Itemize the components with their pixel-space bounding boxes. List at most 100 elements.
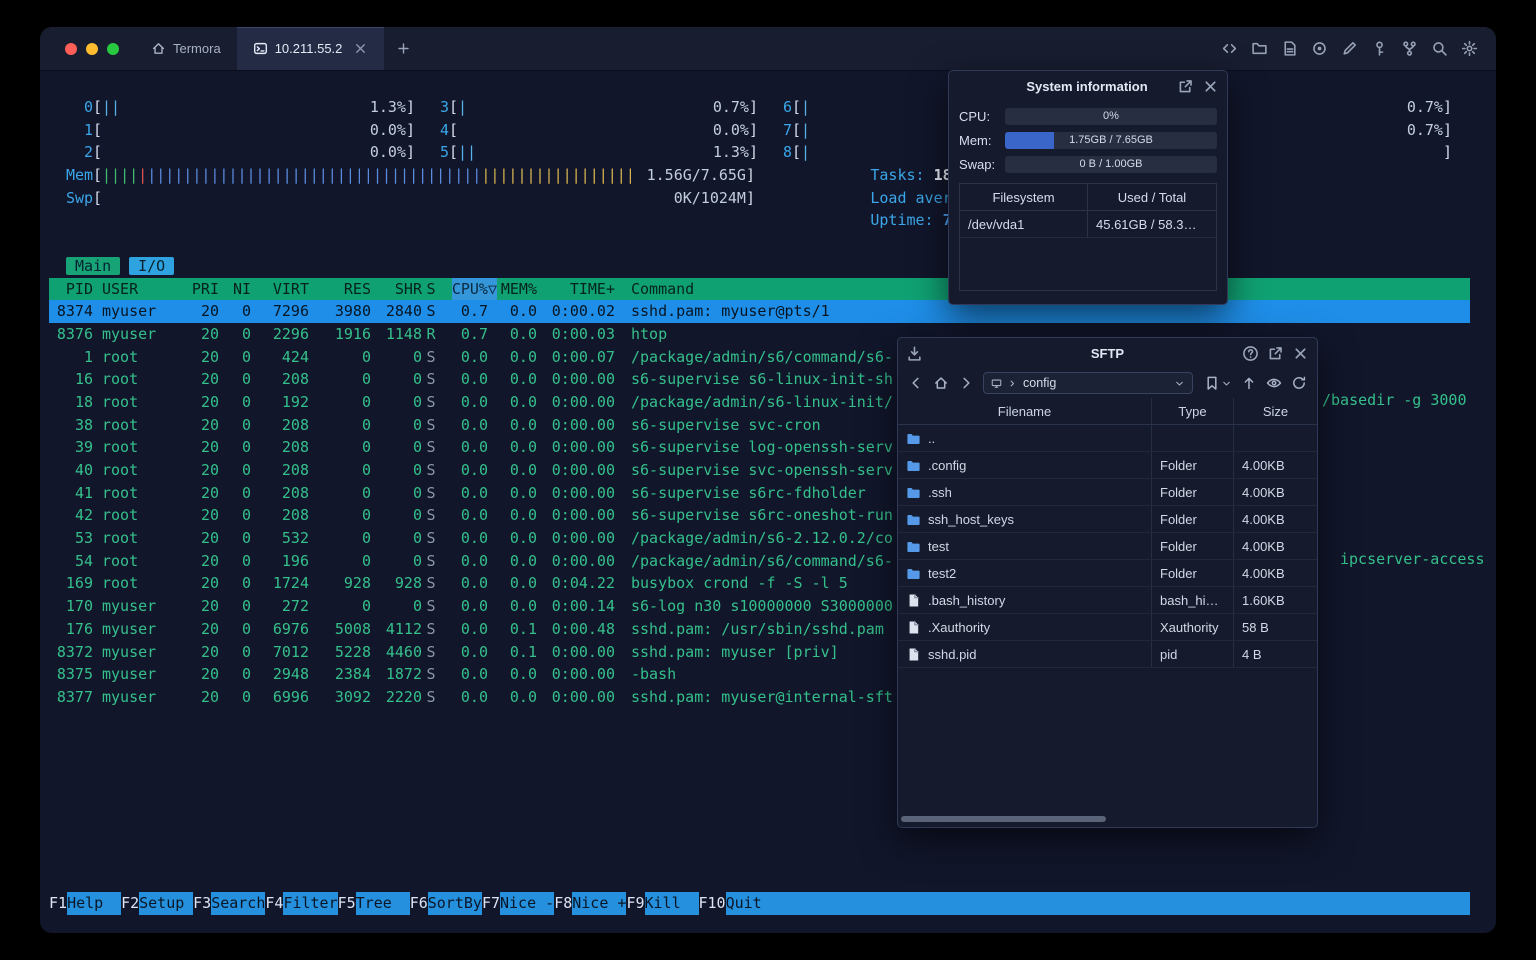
column-header-res[interactable]: RES — [309, 278, 371, 301]
process-user: root — [102, 347, 139, 366]
filesystem-row[interactable]: /dev/vda1 45.61GB / 58.3… — [960, 211, 1216, 238]
search-button[interactable] — [1431, 40, 1448, 57]
process-row[interactable]: 8374 myuser 20 0 7296 3980 2840 S 0.7 0.0 0:00.02 s… — [49, 300, 1470, 323]
process-user: root — [102, 551, 139, 570]
upload-icon[interactable] — [1241, 375, 1257, 391]
open-in-window-icon[interactable] — [1267, 345, 1284, 362]
record-button[interactable] — [1311, 40, 1328, 57]
meter-pipes: || — [102, 98, 121, 116]
process-time: 0:00.00 — [551, 461, 615, 479]
fn-key-f3: F3 — [193, 894, 212, 913]
column-header-pid[interactable]: PID — [49, 278, 93, 301]
terminal-overflow-text: /basedir -g 3000 — [1322, 391, 1467, 410]
file-row[interactable]: .Xauthority Xauthority 58 B — [898, 614, 1317, 641]
forward-icon[interactable] — [958, 375, 974, 391]
process-user: myuser — [102, 687, 157, 706]
meter-pipes: | — [801, 120, 811, 139]
horizontal-scrollbar[interactable] — [901, 816, 1314, 824]
process-pid: 8376 — [56, 324, 93, 343]
tab-termora[interactable]: Termora — [135, 27, 237, 70]
column-header-type[interactable]: Type — [1151, 398, 1233, 424]
process-virt: 7012 — [272, 642, 309, 661]
column-header-user[interactable]: USER — [93, 278, 191, 301]
fn-action-sortby[interactable]: SortBy — [427, 892, 482, 915]
fn-key-f6: F6 — [409, 894, 428, 913]
file-row[interactable]: .ssh Folder 4.00KB — [898, 479, 1317, 506]
process-s: R — [426, 324, 436, 343]
show-hidden-eye-icon[interactable] — [1266, 375, 1282, 391]
htop-tab-io[interactable]: I/O — [129, 257, 175, 276]
process-time: 0:00.14 — [551, 597, 615, 616]
code-button[interactable] — [1221, 40, 1238, 57]
bookmarks-button[interactable] — [1204, 375, 1232, 391]
open-in-window-icon[interactable] — [1177, 78, 1194, 95]
column-header-pri[interactable]: PRI — [191, 278, 219, 301]
meter-pipes-blue: ||||||||||||||||||||||||||||||||||||| — [147, 166, 482, 185]
fn-action-quit[interactable]: Quit — [725, 892, 780, 915]
file-row[interactable]: .config Folder 4.00KB — [898, 452, 1317, 479]
column-header-time[interactable]: TIME+ — [537, 278, 615, 301]
file-row[interactable]: test Folder 4.00KB — [898, 533, 1317, 560]
process-ni: 0 — [241, 551, 251, 570]
min-window-button[interactable] — [86, 42, 98, 55]
column-header-shr[interactable]: SHR — [371, 278, 422, 301]
file-type: Folder — [1151, 533, 1233, 559]
path-field[interactable]: config — [983, 372, 1193, 394]
fn-key-f8: F8 — [554, 894, 573, 913]
tab-ssh-host[interactable]: 10.211.55.2 — [236, 27, 385, 70]
fn-action-nice[interactable]: Nice + — [572, 892, 627, 915]
column-header-size[interactable]: Size — [1233, 398, 1317, 424]
file-type: bash_hi… — [1151, 587, 1233, 613]
file-row[interactable]: .bash_history bash_hi… 1.60KB — [898, 587, 1317, 614]
close-tab-icon[interactable] — [353, 41, 368, 56]
fn-action-help[interactable]: Help — [67, 892, 122, 915]
process-pri: 20 — [200, 438, 219, 457]
file-row[interactable]: ssh_host_keys Folder 4.00KB — [898, 506, 1317, 533]
new-tab-button[interactable] — [384, 27, 422, 70]
process-cpu: 0.0 — [460, 687, 488, 706]
sftp-panel: SFTP config Filename Type Size .. .confi… — [897, 337, 1318, 828]
chevron-down-icon[interactable] — [1174, 378, 1185, 389]
home-icon[interactable] — [933, 375, 949, 391]
column-header-cpu[interactable]: CPU%▽ — [440, 277, 497, 301]
process-res: 3092 — [334, 687, 371, 706]
fn-action-tree[interactable]: Tree — [355, 892, 410, 915]
settings-button[interactable] — [1461, 40, 1478, 57]
fn-action-setup[interactable]: Setup — [139, 892, 194, 915]
fn-action-nice[interactable]: Nice - — [500, 892, 555, 915]
help-icon[interactable] — [1242, 345, 1259, 362]
transfers-download-icon[interactable] — [906, 345, 923, 362]
column-header-virt[interactable]: VIRT — [251, 278, 309, 301]
column-header-filename[interactable]: Filename — [898, 398, 1151, 424]
column-header-ni[interactable]: NI — [219, 278, 251, 301]
process-ni: 0 — [241, 438, 251, 457]
function-key-bar: F1 Help F2 Setup F3 Search F4 Filter F5 Tree F6 Sor… — [49, 892, 1470, 915]
process-pid: 8375 — [56, 665, 93, 684]
fn-action-kill[interactable]: Kill — [644, 892, 699, 915]
column-header-s[interactable]: S — [422, 278, 440, 301]
file-row[interactable]: test2 Folder 4.00KB — [898, 560, 1317, 587]
back-icon[interactable] — [908, 375, 924, 391]
edit-button[interactable] — [1341, 40, 1358, 57]
key-button[interactable] — [1371, 40, 1388, 57]
log-button[interactable] — [1281, 40, 1298, 57]
process-res: 0 — [361, 370, 371, 389]
refresh-icon[interactable] — [1291, 375, 1307, 391]
current-path: config — [1023, 376, 1057, 390]
process-time: 0:00.02 — [551, 302, 615, 321]
close-icon[interactable] — [1202, 78, 1219, 95]
branch-button[interactable] — [1401, 40, 1418, 57]
zoom-window-button[interactable] — [107, 42, 119, 55]
htop-tab-main[interactable]: Main — [66, 257, 121, 276]
folder-button[interactable] — [1251, 40, 1268, 57]
file-row[interactable]: .. — [898, 425, 1317, 452]
fn-action-search[interactable]: Search — [211, 892, 266, 915]
process-cpu: 0.0 — [460, 370, 488, 389]
close-icon[interactable] — [1292, 345, 1309, 362]
process-pid: 53 — [74, 529, 93, 548]
process-mem: 0.0 — [509, 665, 537, 684]
scrollbar-thumb[interactable] — [901, 816, 1106, 822]
fn-action-filter[interactable]: Filter — [283, 892, 338, 915]
close-window-button[interactable] — [65, 42, 77, 55]
file-row[interactable]: sshd.pid pid 4 B — [898, 641, 1317, 668]
